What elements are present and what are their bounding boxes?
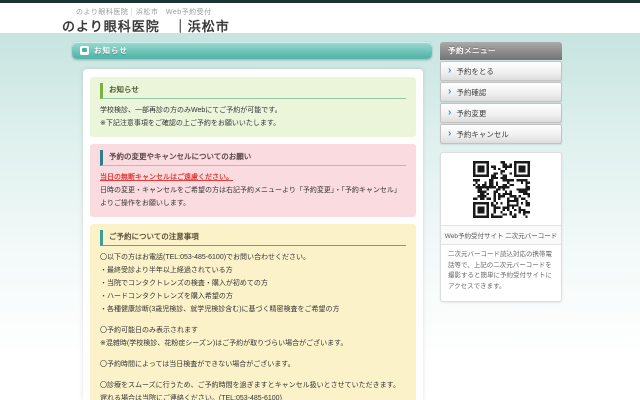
caution-line: 〇診療をスムーズに行うため、ご予約時間を過ぎますとキャンセル扱いとさせていただき… xyxy=(100,379,406,392)
chevron-right-icon: › xyxy=(448,66,451,76)
caution-line: 〇予約時間によっては当日検査ができない場合がございます。 xyxy=(100,358,406,371)
qr-code-image xyxy=(473,161,530,218)
caution-box: ご予約についての注意事項 〇以下の方はお電話(TEL:053-485-6100)… xyxy=(90,224,416,400)
menu-item-label: 予約をとる xyxy=(456,66,494,77)
menu-item-label: 予約変更 xyxy=(456,108,486,119)
qr-code-box: Web予約受付サイト 二次元バーコード 二次元バーコード読込対応の携帯電話等で、… xyxy=(440,152,562,302)
main-content-panel: お知らせ 学校検診、一部再診の方のみWebにてご予約が可能です。 ※下記注意事項… xyxy=(83,69,423,400)
caution-line: ・各種健康診断(3歳児検診、就学児検診含む)に基づく精密検査をご希望の方 xyxy=(100,303,406,316)
chevron-right-icon: › xyxy=(448,129,451,139)
notice-section-label: お知らせ xyxy=(94,45,128,56)
caution-line: ・ハードコンタクトレンズを購入希望の方 xyxy=(100,290,406,303)
caution-paragraph: 〇予約可能日のみ表示されます ※混雑時(学校検診、花粉症シーズン)はご予約が取り… xyxy=(100,324,406,350)
chevron-right-icon: › xyxy=(448,87,451,97)
notice-line: ※下記注意事項をご確認の上ご予約をお願いいたします。 xyxy=(100,117,406,130)
change-cancel-line: 日時の変更・キャンセルをご希望の方は右記予約メニューより「予約変更」・「予約キャ… xyxy=(100,184,406,210)
menu-item-label: 予約キャンセル xyxy=(456,129,509,140)
menu-item-cancel-reservation[interactable]: › 予約キャンセル xyxy=(440,124,562,144)
caution-line: 〇以下の方はお電話(TEL:053-485-6100)でお問い合わせください。 xyxy=(100,251,406,264)
change-cancel-box: 予約の変更やキャンセルについてのお願い 当日の無断キャンセルはご遠慮ください。 … xyxy=(90,144,416,217)
caution-line: 遅れる場合は当院にご連絡ください。(TEL:053-485-6100) xyxy=(100,392,406,400)
caution-line: 〇予約可能日のみ表示されます xyxy=(100,324,406,337)
notice-box-heading: お知らせ xyxy=(100,83,406,99)
reservation-menu: 予約メニュー › 予約をとる › 予約確認 › 予約変更 › 予約キャンセル xyxy=(440,42,562,144)
caution-paragraph: 〇以下の方はお電話(TEL:053-485-6100)でお問い合わせください。 … xyxy=(100,251,406,316)
caution-heading: ご予約についての注意事項 xyxy=(100,230,406,246)
reservation-menu-header: 予約メニュー xyxy=(440,42,562,60)
caution-line: ※混雑時(学校検診、花粉症シーズン)はご予約が取りづらい場合がございます。 xyxy=(100,337,406,350)
notice-line: 学校検診、一部再診の方のみWebにてご予約が可能です。 xyxy=(100,104,406,117)
no-show-cancel-warning: 当日の無断キャンセルはご遠慮ください。 xyxy=(100,171,406,184)
qr-description: 二次元バーコード読込対応の携帯電話等で、上記の二次元バーコードを撮影すると簡単に… xyxy=(441,245,561,301)
chevron-right-icon: › xyxy=(448,108,451,118)
menu-item-take-reservation[interactable]: › 予約をとる xyxy=(440,61,562,81)
menu-item-label: 予約確認 xyxy=(456,87,486,98)
browser-page: のより眼科医院｜浜松市 Web予約受付 のより眼科医院 ｜浜松市 お知らせ お知… xyxy=(0,0,640,400)
qr-caption: Web予約受付サイト 二次元バーコード xyxy=(441,225,561,245)
qr-code xyxy=(441,153,561,225)
site-header: のより眼科医院｜浜松市 Web予約受付 のより眼科医院 ｜浜松市 xyxy=(0,3,640,33)
notice-section-bar: お知らせ xyxy=(72,42,432,59)
notice-box: お知らせ 学校検診、一部再診の方のみWebにてご予約が可能です。 ※下記注意事項… xyxy=(90,77,416,137)
caution-paragraph: 〇予約時間によっては当日検査ができない場合がございます。 xyxy=(100,358,406,371)
menu-item-change-reservation[interactable]: › 予約変更 xyxy=(440,103,562,123)
caution-line: ・最終受診より半年以上経過されている方 xyxy=(100,264,406,277)
caution-line: ・当院でコンタクトレンズの検査・購入が初めての方 xyxy=(100,277,406,290)
menu-item-confirm-reservation[interactable]: › 予約確認 xyxy=(440,82,562,102)
notice-icon xyxy=(80,46,89,55)
caution-paragraph: 〇診療をスムーズに行うため、ご予約時間を過ぎますとキャンセル扱いとさせていただき… xyxy=(100,379,406,400)
change-cancel-heading: 予約の変更やキャンセルについてのお願い xyxy=(100,150,406,166)
